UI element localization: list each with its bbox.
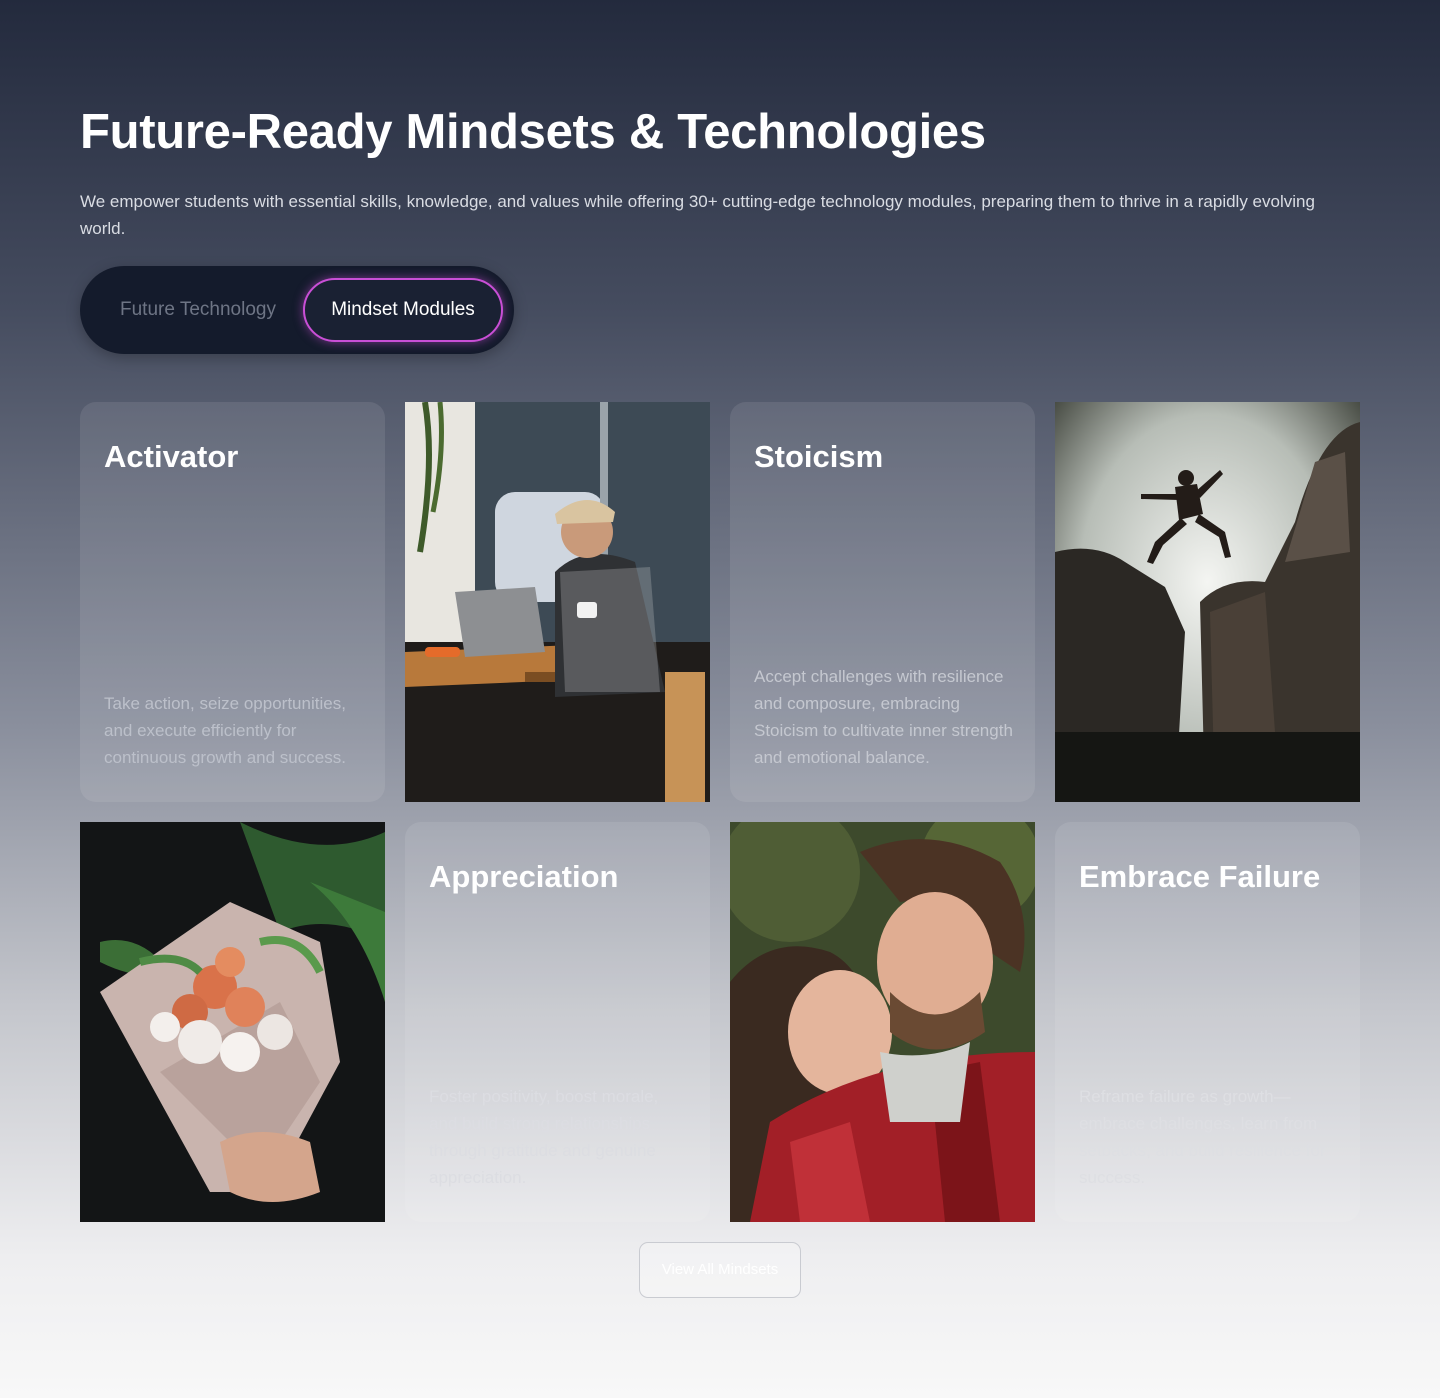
card-activator[interactable]: Activator Take action, seize opportuniti… bbox=[80, 402, 385, 802]
smiling-couple-photo bbox=[730, 822, 1035, 1222]
card-stoicism[interactable]: Stoicism Accept challenges with resilien… bbox=[730, 402, 1035, 802]
flower-bouquet-photo bbox=[80, 822, 385, 1222]
tab-mindset-modules[interactable]: Mindset Modules bbox=[303, 278, 503, 342]
page-subtitle: We empower students with essential skill… bbox=[80, 192, 1315, 238]
card-embrace-failure[interactable]: Embrace Failure Reframe failure as growt… bbox=[1055, 822, 1360, 1222]
card-title: Embrace Failure bbox=[1079, 859, 1321, 894]
card-title: Stoicism bbox=[754, 439, 884, 474]
tab-future-technology[interactable]: Future Technology bbox=[100, 278, 296, 342]
card-appreciation[interactable]: Appreciation Foster positivity, boost mo… bbox=[405, 822, 710, 1222]
card-description: Take action, seize opportunities, and ex… bbox=[104, 694, 346, 767]
view-all-mindsets-button[interactable]: View All Mindsets bbox=[639, 1242, 801, 1298]
card-title: Activator bbox=[104, 439, 239, 474]
card-title: Appreciation bbox=[429, 859, 619, 894]
page-title: Future-Ready Mindsets & Technologies bbox=[80, 105, 986, 159]
man-with-laptop-photo bbox=[405, 402, 710, 802]
module-toggle: Future Technology Mindset Modules bbox=[80, 266, 514, 354]
person-jumping-cliffs-photo bbox=[1055, 402, 1360, 802]
card-description: Reframe failure as growth—embrace challe… bbox=[1079, 1087, 1326, 1187]
card-description: Accept challenges with resilience and co… bbox=[754, 667, 1013, 767]
card-description: Foster positivity, boost morale, and bui… bbox=[429, 1087, 659, 1187]
